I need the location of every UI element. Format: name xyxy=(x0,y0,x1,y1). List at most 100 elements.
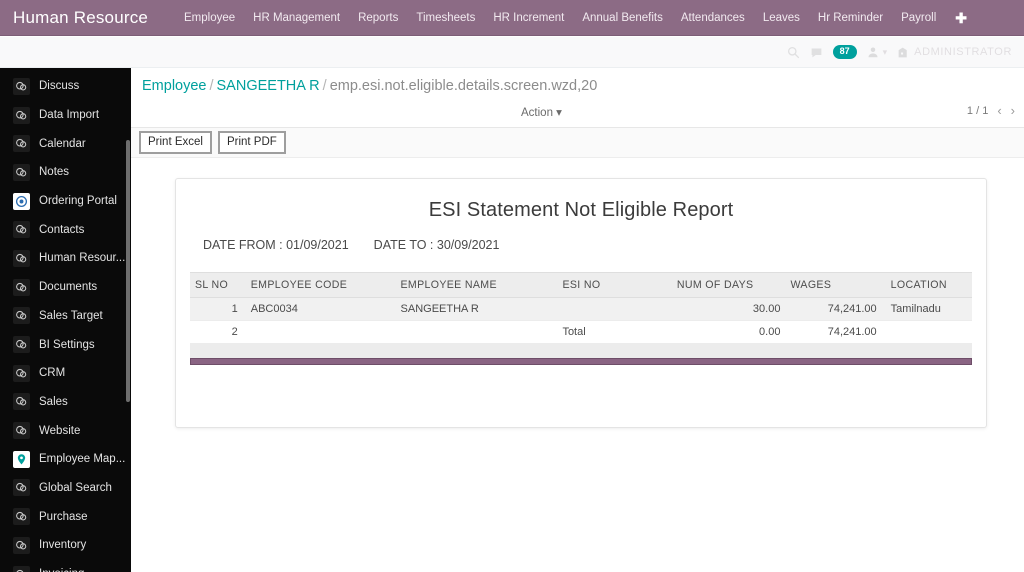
menu-item-employee[interactable]: Employee xyxy=(175,8,244,28)
chevron-left-icon[interactable]: ‹ xyxy=(997,103,1001,118)
app-icon xyxy=(13,106,30,124)
action-dropdown[interactable]: Action ▾ xyxy=(521,105,562,119)
sidebar-item-inventory[interactable]: Inventory xyxy=(0,531,131,560)
table-header: SL NO EMPLOYEE CODE EMPLOYEE NAME ESI NO… xyxy=(190,272,972,298)
cell-total-label: Total xyxy=(557,320,672,344)
menu-item-annual-benefits[interactable]: Annual Benefits xyxy=(573,8,672,28)
sidebar-label: Invoicing xyxy=(39,568,84,572)
sidebar-item-human-resources[interactable]: Human Resour... xyxy=(0,244,131,273)
sidebar-item-invoicing[interactable]: Invoicing xyxy=(0,560,131,572)
user-name-label: ADMINISTRATOR xyxy=(914,46,1012,58)
sidebar-item-sales-target[interactable]: Sales Target xyxy=(0,302,131,331)
breadcrumb-root-link[interactable]: Employee xyxy=(142,78,206,94)
menu-item-attendances[interactable]: Attendances xyxy=(672,8,754,28)
sidebar-label: Contacts xyxy=(39,223,85,236)
app-icon xyxy=(13,364,30,382)
sidebar-label: Human Resour... xyxy=(39,252,126,265)
app-icon xyxy=(13,479,30,497)
chevron-down-icon: ▾ xyxy=(556,107,562,119)
top-navigation-bar: Human Resource Employee HR Management Re… xyxy=(0,0,1024,36)
app-icon xyxy=(13,249,30,267)
col-employee-name: EMPLOYEE NAME xyxy=(395,272,558,298)
sidebar-label: Sales Target xyxy=(39,309,103,322)
action-label: Action xyxy=(521,107,553,119)
sidebar-item-contacts[interactable]: Contacts xyxy=(0,215,131,244)
sidebar-scrollbar[interactable] xyxy=(126,140,130,402)
sidebar-label: Data Import xyxy=(39,109,100,122)
cell-wages: 74,241.00 xyxy=(785,297,882,321)
sidebar-item-global-search[interactable]: Global Search xyxy=(0,474,131,503)
sidebar-item-ordering-portal[interactable]: Ordering Portal xyxy=(0,187,131,216)
menu-item-hr-increment[interactable]: HR Increment xyxy=(484,8,573,28)
sidebar-item-crm[interactable]: CRM xyxy=(0,359,131,388)
menu-item-timesheets[interactable]: Timesheets xyxy=(407,8,484,28)
report-sheet-wrapper: ESI Statement Not Eligible Report DATE F… xyxy=(131,158,1024,570)
user-menu[interactable]: ▾ xyxy=(867,46,887,58)
cell-employee-code: ABC0034 xyxy=(245,297,396,321)
app-icon xyxy=(13,307,30,325)
breadcrumb-separator: / xyxy=(322,78,327,94)
sidebar-label: Discuss xyxy=(39,80,80,93)
table-row[interactable]: 1 ABC0034 SANGEETHA R 30.00 74,241.00 Ta… xyxy=(190,297,972,321)
col-esi-no: ESI NO xyxy=(557,272,672,298)
sidebar-item-sales[interactable]: Sales xyxy=(0,388,131,417)
menu-item-hr-management[interactable]: HR Management xyxy=(244,8,349,28)
app-icon xyxy=(13,135,30,153)
cell-employee-name xyxy=(395,320,558,344)
table-header-row: SL NO EMPLOYEE CODE EMPLOYEE NAME ESI NO… xyxy=(190,272,972,298)
sidebar-item-calendar[interactable]: Calendar xyxy=(0,129,131,158)
cell-location: Tamilnadu xyxy=(881,297,972,321)
record-pager: 1 / 1 ‹ › xyxy=(967,103,1015,118)
menu-item-reports[interactable]: Reports xyxy=(349,8,407,28)
cell-num-of-days: 0.00 xyxy=(671,320,786,344)
cell-sl-no: 1 xyxy=(190,297,246,321)
cell-location xyxy=(881,320,972,344)
breadcrumb-record-link[interactable]: SANGEETHA R xyxy=(217,78,320,94)
search-icon[interactable] xyxy=(787,46,800,59)
cell-num-of-days: 30.00 xyxy=(671,297,786,321)
sidebar-item-data-import[interactable]: Data Import xyxy=(0,101,131,130)
sidebar-label: CRM xyxy=(39,367,66,380)
chat-icon[interactable] xyxy=(810,46,823,59)
app-icon xyxy=(13,536,30,554)
add-menu-icon[interactable]: ✚ xyxy=(945,9,977,27)
sidebar-item-purchase[interactable]: Purchase xyxy=(0,502,131,531)
app-icon xyxy=(13,393,30,411)
print-excel-button[interactable]: Print Excel xyxy=(139,131,212,154)
report-title: ESI Statement Not Eligible Report xyxy=(428,199,734,221)
sidebar-item-documents[interactable]: Documents xyxy=(0,273,131,302)
report-sheet: ESI Statement Not Eligible Report DATE F… xyxy=(175,178,987,428)
report-footer-divider xyxy=(190,358,972,365)
table-body: 1 ABC0034 SANGEETHA R 30.00 74,241.00 Ta… xyxy=(190,297,972,362)
cell-sl-no: 2 xyxy=(190,320,246,344)
sidebar-item-notes[interactable]: Notes xyxy=(0,158,131,187)
chevron-right-icon[interactable]: › xyxy=(1011,103,1015,118)
sidebar-label: Sales xyxy=(39,395,68,408)
col-num-of-days: NUM OF DAYS xyxy=(671,272,786,298)
company-icon xyxy=(898,47,907,57)
app-sidebar: Discuss Data Import Calendar Notes Order… xyxy=(0,68,131,572)
sidebar-item-website[interactable]: Website xyxy=(0,416,131,445)
sidebar-label: Ordering Portal xyxy=(39,195,117,208)
sidebar-item-employee-map[interactable]: Employee Map... xyxy=(0,445,131,474)
cell-employee-name: SANGEETHA R xyxy=(395,297,558,321)
sidebar-item-discuss[interactable]: Discuss xyxy=(0,72,131,101)
menu-item-leaves[interactable]: Leaves xyxy=(754,8,809,28)
sidebar-label: Documents xyxy=(39,281,98,294)
menu-item-payroll[interactable]: Payroll xyxy=(892,8,945,28)
company-selector[interactable]: ADMINISTRATOR xyxy=(897,46,1012,59)
report-date-range: DATE FROM : 01/09/2021 DATE TO : 30/09/2… xyxy=(190,238,972,252)
main-content: Employee / SANGEETHA R / emp.esi.not.eligibl… xyxy=(131,68,1024,572)
breadcrumb-bar: Employee / SANGEETHA R / emp.esi.not.eligibl… xyxy=(131,68,1024,128)
report-toolbar: Print Excel Print PDF xyxy=(131,128,1024,158)
sidebar-label: Inventory xyxy=(39,539,87,552)
menu-item-hr-reminder[interactable]: Hr Reminder xyxy=(809,8,892,28)
app-icon xyxy=(13,221,30,239)
table-row[interactable]: 2 Total 0.00 74,241.00 xyxy=(190,320,972,344)
sidebar-label: Website xyxy=(39,424,81,437)
notification-count-badge[interactable]: 87 xyxy=(832,45,857,59)
print-pdf-button[interactable]: Print PDF xyxy=(217,131,286,154)
sidebar-label: Notes xyxy=(39,166,70,179)
sidebar-label: Calendar xyxy=(39,137,86,150)
sidebar-item-bi-settings[interactable]: BI Settings xyxy=(0,330,131,359)
